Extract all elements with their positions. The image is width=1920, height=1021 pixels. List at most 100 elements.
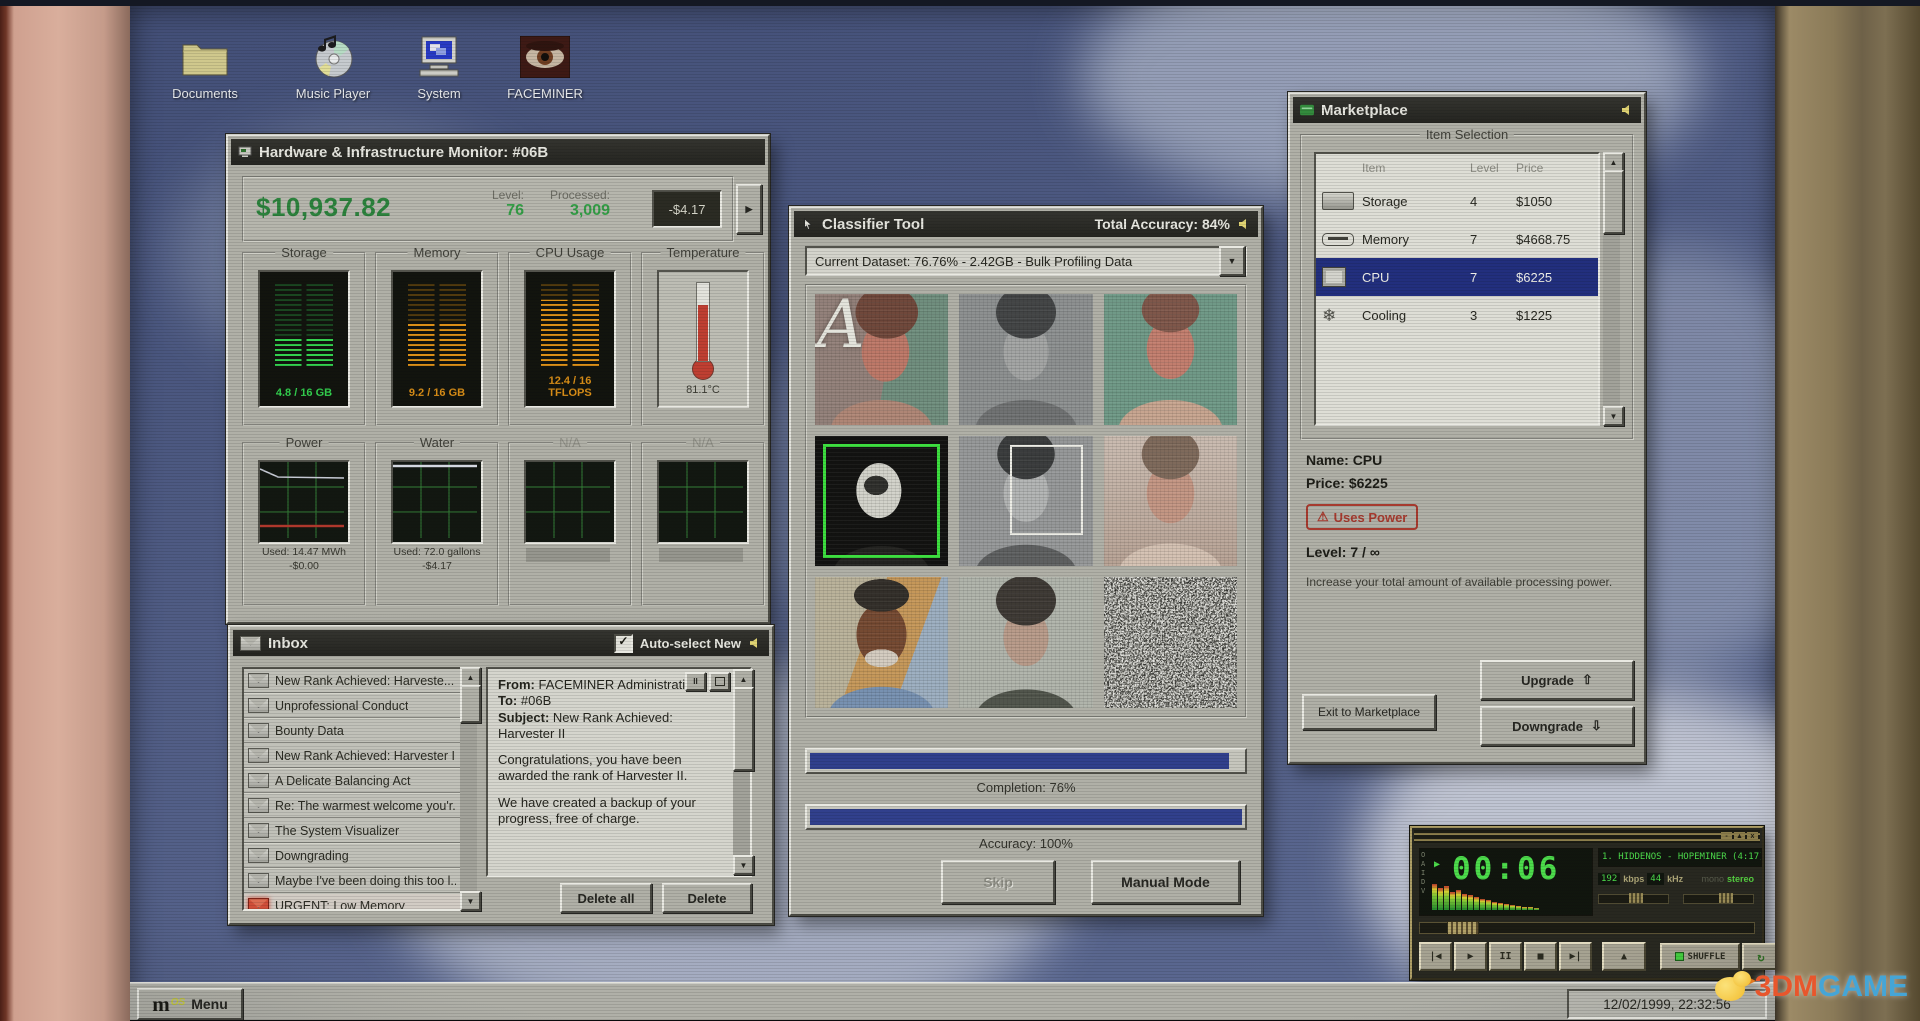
upgrade-button[interactable]: Upgrade ⇧: [1480, 660, 1634, 700]
inbox-message[interactable]: New Rank Achieved: Harvester I: [244, 744, 460, 769]
item-row-storage[interactable]: Storage 4 $1050: [1316, 182, 1598, 220]
auto-select-checkbox[interactable]: ✓: [613, 633, 633, 653]
item-table-scrollbar[interactable]: ▲ ▼: [1603, 152, 1624, 426]
inbox-message[interactable]: Downgrading: [244, 844, 460, 869]
downgrade-button[interactable]: Downgrade ⇩: [1480, 706, 1634, 746]
play-button[interactable]: ▶: [1454, 942, 1487, 971]
face-cell[interactable]: [1103, 294, 1237, 425]
shuffle-button[interactable]: SHUFFLE: [1660, 943, 1740, 970]
dropdown-arrow-icon[interactable]: ▼: [1219, 246, 1245, 276]
scroll-up-icon[interactable]: ▲: [733, 669, 754, 689]
pause-notifications-button[interactable]: II: [685, 672, 706, 691]
inbox-message[interactable]: Bounty Data: [244, 719, 460, 744]
next-button[interactable]: ▶|: [1559, 942, 1592, 971]
classifier-titlebar[interactable]: Classifier Tool Total Accuracy: 84%: [794, 211, 1258, 237]
inbox-message[interactable]: Re: The warmest welcome you'r...: [244, 794, 460, 819]
face-cell[interactable]: [959, 577, 1093, 708]
computer-window-icon: [238, 146, 252, 157]
scroll-up-icon[interactable]: ▲: [460, 667, 481, 687]
desktop-icon-documents[interactable]: Documents: [162, 34, 248, 101]
processed-stat: Processed: 3,009: [549, 188, 610, 219]
item-row-memory[interactable]: Memory 7 $4668.75: [1316, 220, 1598, 258]
watermark: 3DM GAME: [1713, 969, 1908, 1005]
stop-button[interactable]: ■: [1524, 942, 1557, 971]
email-scrollbar[interactable]: ▲ ▼: [733, 669, 754, 875]
item-row-cooling[interactable]: ❄ Cooling 3 $1225: [1316, 296, 1598, 334]
delete-button[interactable]: Delete: [662, 883, 752, 913]
inbox-list-scrollbar[interactable]: ▲ ▼: [460, 667, 481, 911]
memory-led-display: 9.2 / 16 GB: [391, 270, 483, 408]
face-cell[interactable]: [1103, 435, 1237, 567]
player-titlebar[interactable]: - ▲ x: [1414, 830, 1760, 843]
face-cell[interactable]: [959, 435, 1093, 567]
speaker-icon[interactable]: [1237, 218, 1251, 230]
seek-thumb[interactable]: [1446, 921, 1479, 935]
dataset-dropdown[interactable]: Current Dataset: 76.76% - 2.42GB - Bulk …: [805, 246, 1247, 276]
item-selection-panel: Item Selection Item Level Price Storage …: [1300, 127, 1634, 440]
track-title-marquee[interactable]: 1. HIDDENOS - HOPEMINER (4:17): [1598, 848, 1762, 867]
pause-button[interactable]: II: [1489, 942, 1522, 971]
auto-select-label: Auto-select New: [639, 635, 741, 651]
completion-label: Completion: 76%: [976, 780, 1076, 795]
desktop-icon-system[interactable]: System: [396, 34, 482, 101]
meter-power: Power Used: 14.47 MWh -$0.00: [242, 435, 366, 606]
delete-all-button[interactable]: Delete all: [560, 883, 652, 913]
scrollbar-thumb[interactable]: [733, 687, 754, 771]
scroll-down-icon[interactable]: ▼: [733, 855, 754, 875]
bird-logo-icon: [1713, 969, 1756, 1005]
gauge-storage: Storage 4.8 / 16 GB: [242, 245, 366, 426]
face-cell[interactable]: A: [815, 294, 949, 425]
inbox-message[interactable]: A Delicate Balancing Act: [244, 769, 460, 794]
inbox-message-urgent[interactable]: URGENT: Low Memory: [244, 894, 460, 909]
player-close-icon[interactable]: x: [1747, 832, 1758, 841]
exit-marketplace-button[interactable]: Exit to Marketplace: [1302, 694, 1436, 730]
player-minimize-button[interactable]: -: [1721, 832, 1732, 841]
balance-slider[interactable]: [1683, 893, 1754, 904]
storage-drive-icon: [1322, 192, 1354, 210]
scroll-down-icon[interactable]: ▼: [1603, 406, 1624, 426]
eject-button[interactable]: ▲: [1602, 942, 1646, 971]
inbox-message[interactable]: New Rank Achieved: Harveste...: [244, 669, 460, 694]
popout-button[interactable]: [709, 672, 730, 691]
repeat-button[interactable]: ↻: [1742, 943, 1775, 970]
seek-bar[interactable]: [1419, 921, 1755, 935]
marketplace-titlebar[interactable]: Marketplace: [1293, 97, 1641, 123]
speaker-icon[interactable]: [748, 637, 762, 649]
previous-button[interactable]: |◀: [1419, 942, 1452, 971]
snowflake-icon: ❄: [1322, 305, 1337, 325]
inbox-titlebar[interactable]: Inbox ✓ Auto-select New: [233, 630, 769, 656]
face-cell-selected[interactable]: [815, 435, 949, 567]
volume-slider[interactable]: [1598, 893, 1669, 904]
cpu-chip-icon: [1322, 267, 1346, 287]
speaker-icon[interactable]: [1620, 104, 1634, 116]
face-cell[interactable]: [815, 577, 949, 708]
player-shade-button[interactable]: ▲: [1734, 832, 1745, 841]
face-cell-noise[interactable]: [1103, 577, 1237, 708]
manual-mode-button[interactable]: Manual Mode: [1091, 860, 1240, 904]
hardware-monitor-titlebar[interactable]: Hardware & Infrastructure Monitor: #06B: [231, 139, 765, 165]
face-cell[interactable]: [959, 294, 1093, 425]
inbox-message[interactable]: Unprofessional Conduct: [244, 694, 460, 719]
desktop: Documents Music Player System FACEMINER …: [130, 6, 1775, 1020]
scroll-down-icon[interactable]: ▼: [460, 891, 481, 911]
menu-button[interactable]: mOS Menu: [137, 988, 243, 1020]
expand-monitor-button[interactable]: ▶: [736, 184, 762, 234]
inbox-message[interactable]: Maybe I've been doing this too l...: [244, 869, 460, 894]
envelope-icon: [248, 723, 269, 738]
item-row-cpu-selected[interactable]: CPU 7 $6225: [1316, 258, 1598, 296]
detail-level: Level: 7 / ∞: [1306, 544, 1380, 560]
scrollbar-thumb[interactable]: [1603, 170, 1624, 234]
desktop-icon-music-player[interactable]: Music Player: [290, 34, 376, 101]
water-graph: [391, 460, 483, 544]
clutterbar[interactable]: OAIDV: [1421, 852, 1425, 895]
skip-button[interactable]: Skip: [941, 860, 1055, 904]
scroll-up-icon[interactable]: ▲: [1603, 152, 1624, 172]
face-grid: A: [805, 284, 1247, 718]
scrollbar-thumb[interactable]: [460, 685, 481, 723]
folder-icon: [179, 34, 231, 80]
inbox-message[interactable]: The System Visualizer: [244, 819, 460, 844]
envelope-icon: [248, 848, 269, 863]
desktop-icon-faceminer[interactable]: FACEMINER: [502, 34, 588, 101]
gauge-temperature: Temperature 81.1°C: [641, 245, 765, 426]
crt-monitor: Documents Music Player System FACEMINER …: [0, 0, 1920, 1021]
